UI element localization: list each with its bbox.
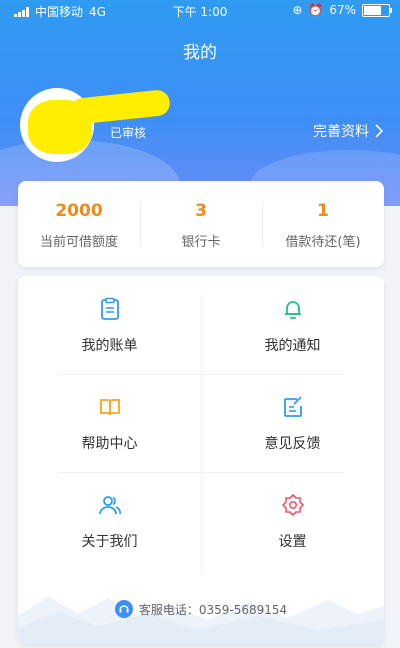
verified-status: 已审核: [110, 126, 147, 140]
battery-icon: [362, 3, 392, 17]
service-phone-text: 客服电话：0359-5689154: [138, 602, 288, 617]
username-redaction: [68, 88, 172, 126]
gear-icon: [281, 493, 304, 517]
stat-credit-limit[interactable]: 2000 当前可借额度: [18, 181, 140, 267]
menu-item-about-us[interactable]: 关于我们: [18, 472, 201, 570]
menu-item-label: 我的账单: [81, 338, 138, 354]
stat-label: 银行卡: [181, 235, 221, 250]
stat-label: 当前可借额度: [39, 235, 118, 250]
stat-bank-cards[interactable]: 3 银行卡: [140, 181, 262, 267]
battery-percent: 67%: [329, 3, 356, 17]
bell-icon: [284, 301, 301, 319]
status-bar: 中国移动 4G 下午 1:00 ⊕ ⏰ 67%: [0, 0, 400, 20]
stat-pending-repayments[interactable]: 1 借款待还(笔): [262, 181, 384, 267]
location-icon: ⊕: [292, 3, 303, 17]
stats-card: 2000 当前可借额度 3 银行卡 1 借款待还(笔): [18, 181, 384, 267]
alarm-icon: ⏰: [308, 3, 324, 17]
complete-profile-link[interactable]: 完善资料: [313, 121, 384, 141]
feedback-edit-icon: [283, 396, 302, 417]
customer-service-phone[interactable]: 客服电话：0359-5689154: [18, 600, 384, 618]
menu-item-label: 设置: [278, 534, 307, 550]
stat-value: 2000: [55, 201, 103, 221]
menu-item-bills[interactable]: 我的账单: [18, 276, 201, 374]
chevron-right-icon: [375, 124, 384, 138]
page-title: 我的: [183, 43, 217, 63]
profile-header: 中国移动 4G 下午 1:00 ⊕ ⏰ 67% 我的 已审核 完善资料: [0, 0, 400, 206]
stat-value: 1: [317, 201, 329, 221]
menu-item-notifications[interactable]: 我的通知: [201, 276, 384, 374]
complete-profile-label: 完善资料: [313, 124, 369, 140]
stat-label: 借款待还(笔): [285, 235, 361, 250]
people-icon: [98, 496, 121, 515]
menu-item-help-center[interactable]: 帮助中心: [18, 374, 201, 472]
menu-card: 我的账单 我的通知 帮助中心 意见反馈 关于我们 设置 客服电话：0359-56…: [18, 276, 384, 644]
menu-item-label: 我的通知: [264, 338, 321, 354]
book-icon: [99, 399, 120, 416]
stat-value: 3: [195, 201, 207, 221]
menu-item-label: 帮助中心: [81, 436, 138, 452]
menu-item-settings[interactable]: 设置: [201, 472, 384, 570]
menu-item-label: 关于我们: [81, 534, 138, 550]
headset-icon: [114, 600, 133, 618]
menu-item-label: 意见反馈: [264, 436, 321, 452]
menu-item-feedback[interactable]: 意见反馈: [201, 374, 384, 472]
bill-icon: [100, 297, 119, 320]
